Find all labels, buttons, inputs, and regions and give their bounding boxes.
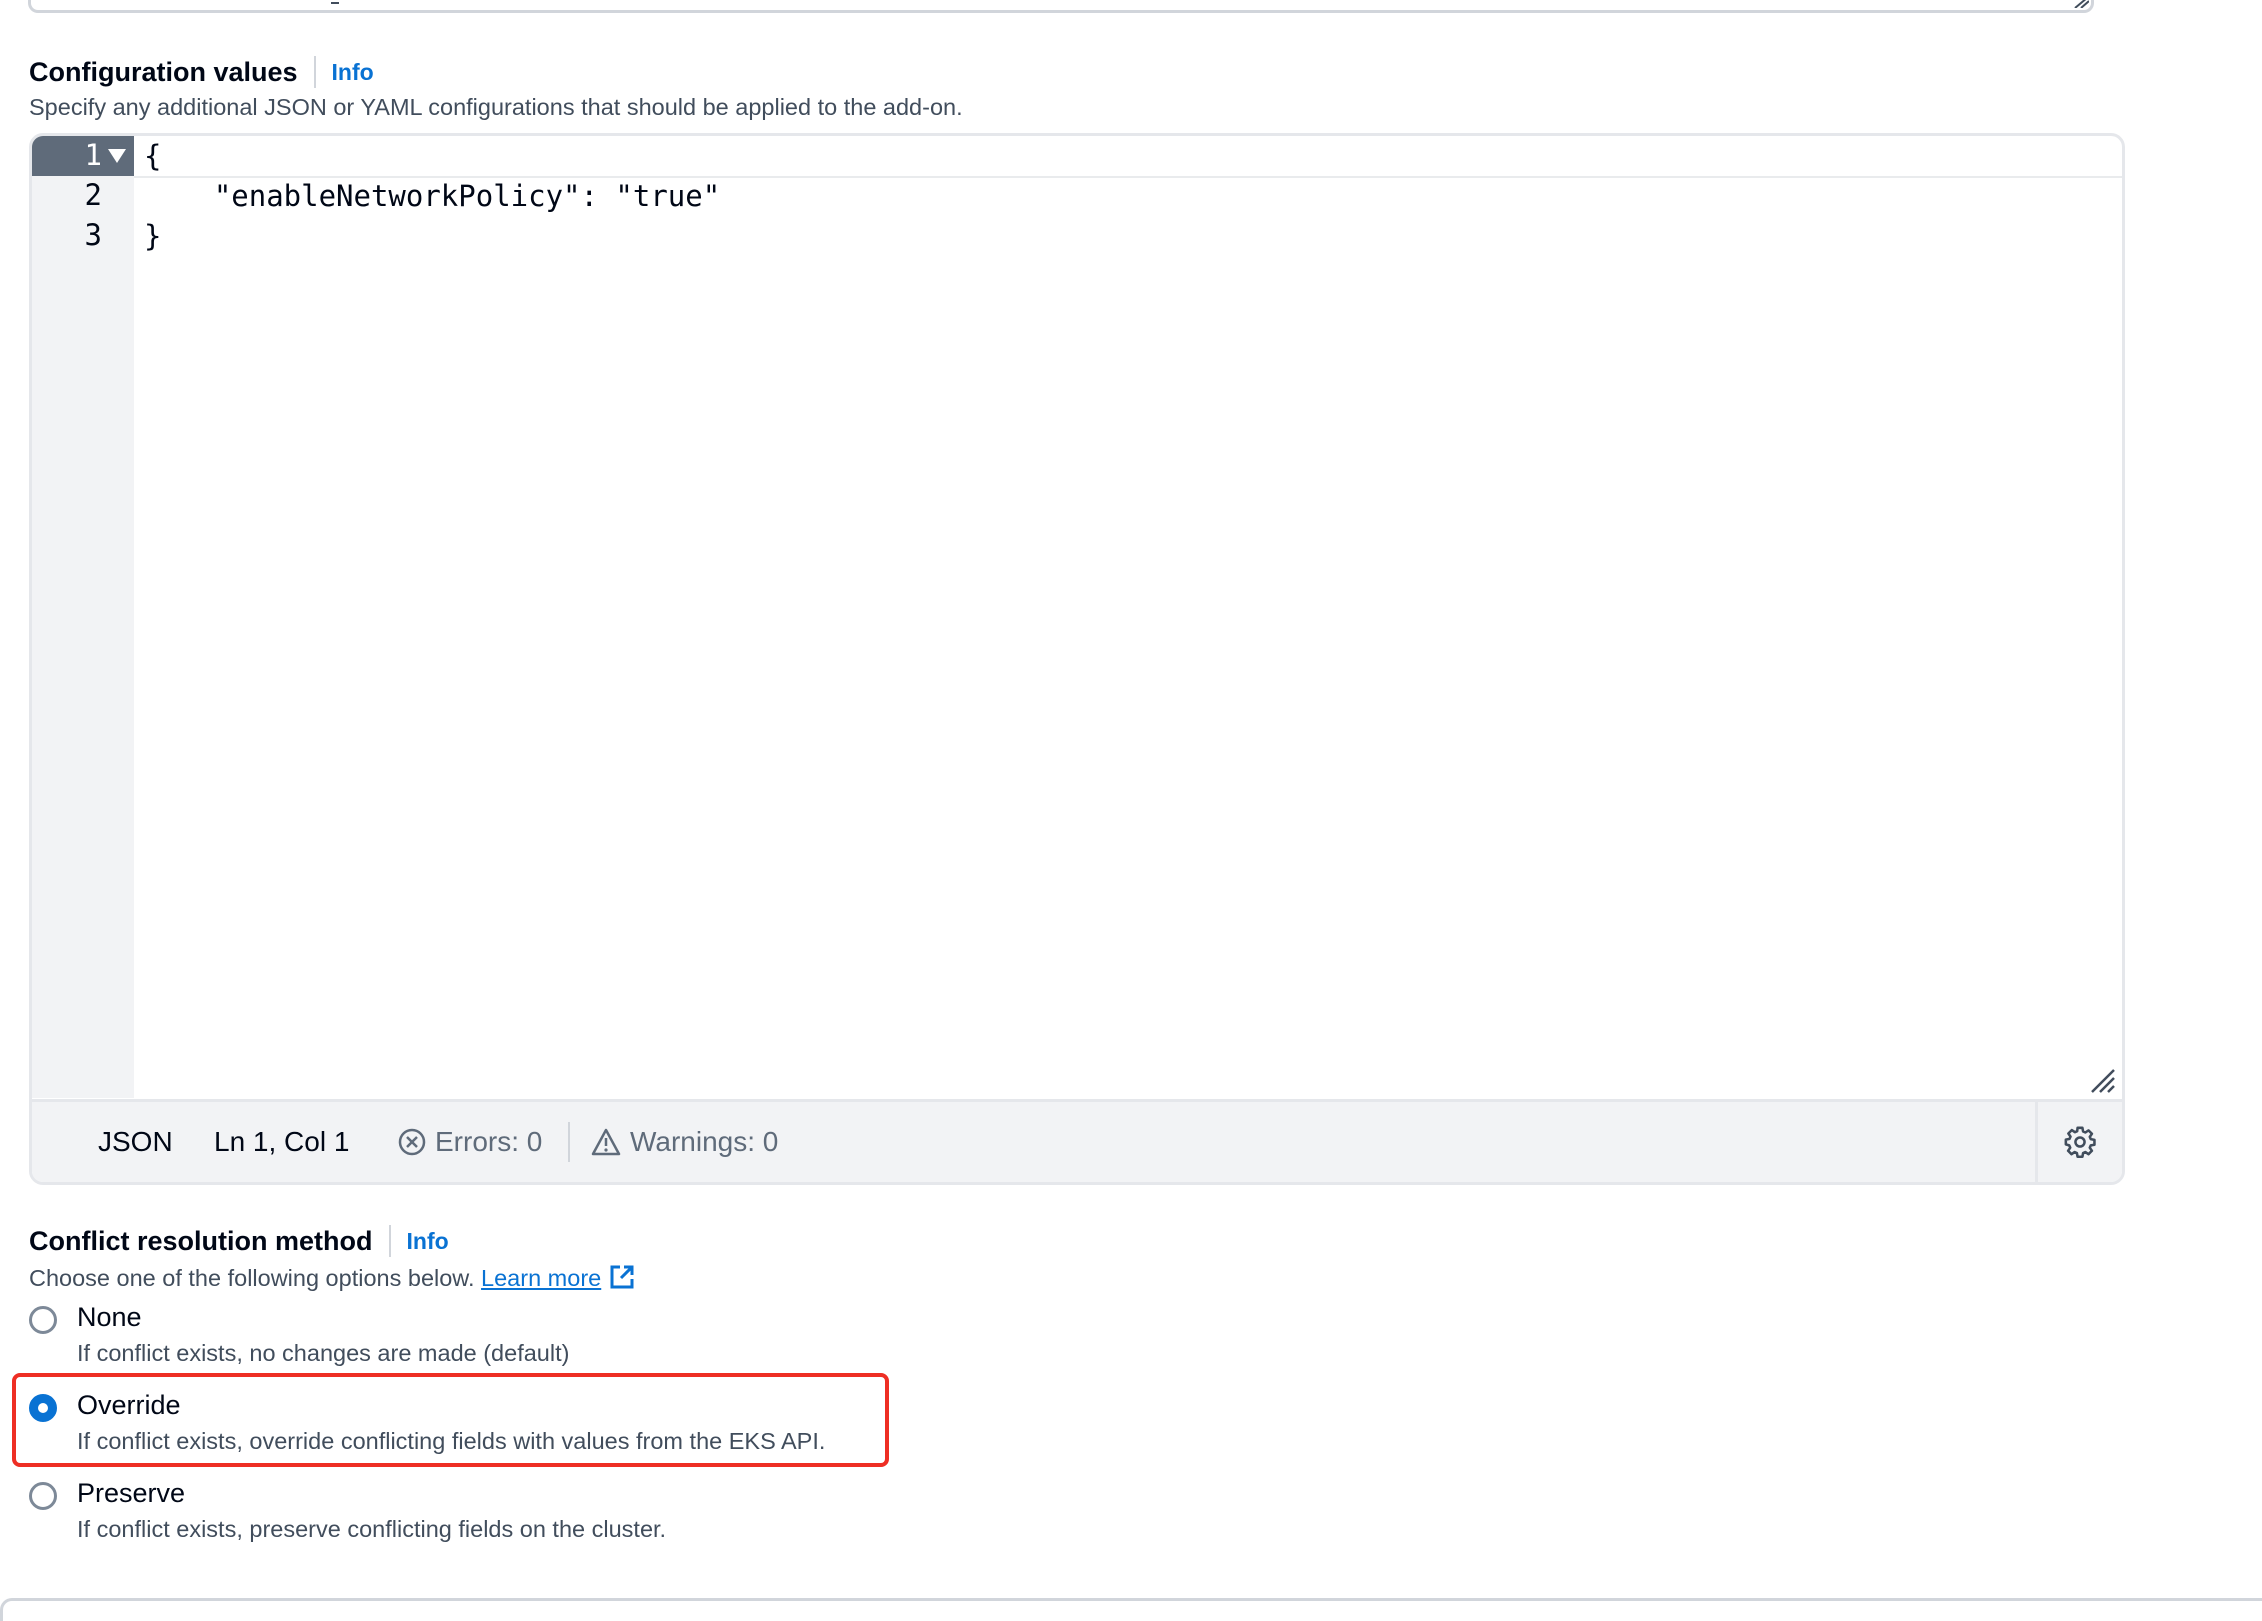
- warnings-count: Warnings: 0: [630, 1126, 779, 1157]
- radio-button-preserve[interactable]: [29, 1482, 57, 1510]
- warnings-tab[interactable]: Warnings: 0: [590, 1102, 778, 1182]
- line-number: 1: [84, 138, 102, 172]
- radio-label-none[interactable]: None: [77, 1302, 142, 1333]
- config-values-header: Configuration values Info: [29, 52, 374, 92]
- conflict-resolution-label: Conflict resolution method: [29, 1225, 373, 1256]
- gutter-line-3: 3: [32, 216, 134, 256]
- fold-caret-icon[interactable]: [108, 149, 126, 163]
- conflict-info-link[interactable]: Info: [407, 1228, 449, 1255]
- previous-field-fragment: [331, 2, 339, 4]
- errors-tab[interactable]: Errors: 0: [397, 1102, 542, 1182]
- editor-settings-button[interactable]: [2035, 1102, 2122, 1182]
- config-values-label: Configuration values: [29, 56, 298, 87]
- line-number: 2: [84, 178, 102, 212]
- radio-description-preserve: If conflict exists, preserve conflicting…: [77, 1516, 667, 1542]
- active-line-highlight: [134, 136, 2122, 178]
- gutter-line-1[interactable]: 1: [32, 136, 134, 176]
- gutter-line-2: 2: [32, 176, 134, 216]
- editor-status-bar: JSON Ln 1, Col 1 Errors: 0 Warnings: 0: [32, 1099, 2122, 1182]
- status-divider: [568, 1122, 570, 1162]
- learn-more-text: Learn more: [481, 1265, 602, 1291]
- code-line-1[interactable]: {: [144, 136, 161, 176]
- gear-icon: [2064, 1126, 2096, 1159]
- cursor-position: Ln 1, Col 1: [214, 1126, 350, 1157]
- radio-label-preserve[interactable]: Preserve: [77, 1478, 185, 1509]
- language-indicator: JSON: [98, 1126, 173, 1157]
- external-link-icon[interactable]: [608, 1263, 636, 1291]
- errors-count: Errors: 0: [435, 1126, 543, 1157]
- code-line-3[interactable]: }: [144, 216, 161, 256]
- resize-handle-icon[interactable]: [2073, 0, 2089, 8]
- resize-handle-icon[interactable]: [2090, 1068, 2116, 1094]
- previous-field-bottom: [28, 0, 2094, 13]
- warning-triangle-icon: [591, 1128, 621, 1156]
- line-number-gutter: 1 2 3: [32, 136, 134, 1098]
- radio-button-none[interactable]: [29, 1306, 57, 1334]
- learn-more-link[interactable]: Learn more: [481, 1265, 601, 1291]
- line-number: 3: [84, 218, 102, 252]
- code-text-area[interactable]: { "enableNetworkPolicy": "true" }: [134, 136, 2122, 1098]
- code-line-2[interactable]: "enableNetworkPolicy": "true": [144, 176, 720, 216]
- radio-description-none: If conflict exists, no changes are made …: [77, 1340, 570, 1366]
- conflict-description-row: Choose one of the following options belo…: [29, 1263, 636, 1292]
- code-editor[interactable]: 1 2 3 { "enableNetworkPolicy": "true" } …: [29, 133, 2125, 1185]
- label-divider: [388, 1225, 391, 1257]
- label-divider: [313, 56, 316, 88]
- conflict-resolution-header: Conflict resolution method Info: [29, 1221, 449, 1261]
- config-values-description: Specify any additional JSON or YAML conf…: [29, 94, 963, 120]
- annotation-highlight-box: [12, 1373, 889, 1467]
- config-info-link[interactable]: Info: [332, 59, 374, 86]
- error-circle-icon: [398, 1128, 426, 1156]
- container-bottom-border: [0, 1598, 2262, 1621]
- conflict-description: Choose one of the following options belo…: [29, 1265, 475, 1291]
